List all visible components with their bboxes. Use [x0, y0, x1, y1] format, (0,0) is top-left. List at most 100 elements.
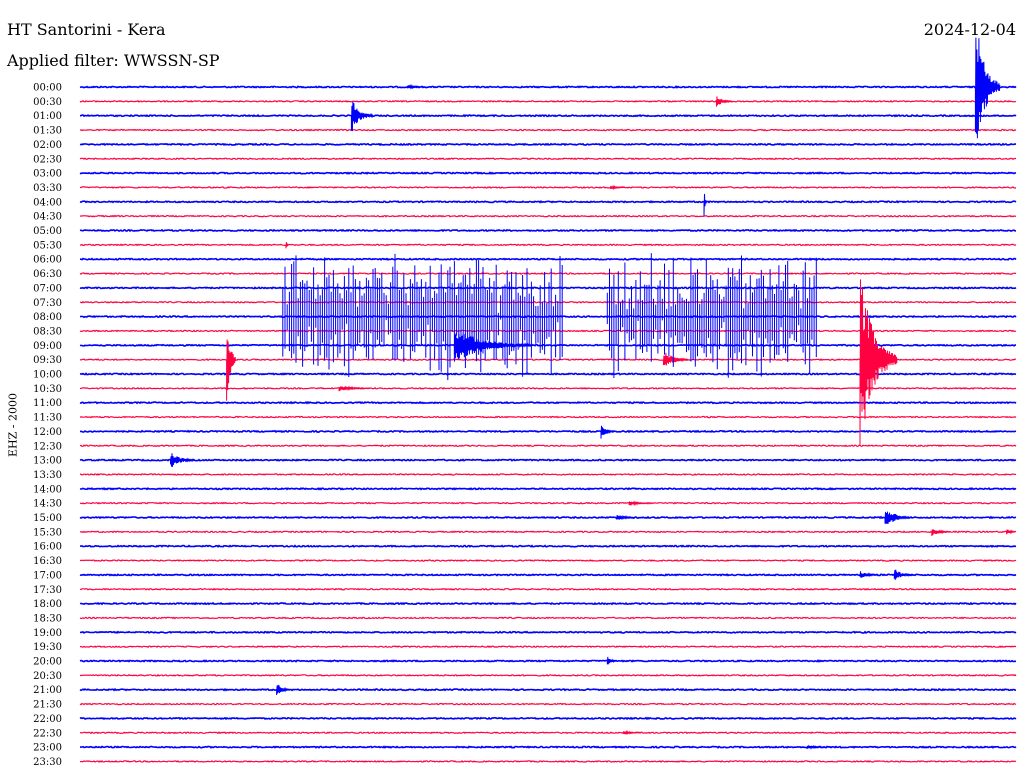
event-13: [170, 453, 196, 467]
trace-0500-line: [79, 228, 1017, 233]
trace-0230-line: [79, 157, 1017, 161]
trace-0630-line: [79, 272, 1017, 275]
trace-0330-line: [79, 186, 1017, 189]
trace-1430-line: [79, 501, 1017, 505]
trace-label: 19:00: [33, 628, 62, 639]
event-3: [350, 101, 374, 132]
trace-label: 20:00: [33, 657, 62, 668]
trace-label: 08:00: [33, 312, 62, 323]
trace-label: 15:00: [33, 513, 62, 524]
trace-2330-line: [79, 760, 1017, 763]
trace-label: 12:00: [33, 427, 62, 438]
event-19: [859, 571, 879, 578]
trace-0800-line: [79, 314, 1017, 319]
trace-label: 15:30: [33, 527, 62, 538]
trace-1100-line: [79, 400, 1017, 405]
trace-label: 16:30: [33, 556, 62, 567]
event-6: [285, 242, 290, 249]
trace-2000-line: [79, 659, 1016, 663]
trace-label: 18:00: [33, 599, 62, 610]
seismogram-plot: 00:00 00:30 01:00 01:30 02:00 02:30 03:00 03:30…: [33, 37, 1017, 768]
trace-label: 13:00: [33, 456, 62, 467]
trace-2130-line: [79, 702, 1017, 706]
trace-label: 01:00: [33, 111, 62, 122]
trace-1300-line: [79, 458, 1017, 462]
trace-label: 14:00: [33, 484, 62, 495]
event-9: [662, 352, 689, 366]
trace-label: 09:30: [33, 355, 62, 366]
trace-1200-line: [79, 429, 1017, 434]
trace-label: 11:00: [33, 398, 62, 409]
trace-label: 05:00: [33, 226, 62, 237]
trace-label: 02:30: [33, 154, 62, 165]
trace-label: 17:00: [33, 570, 62, 581]
trace-label: 01:30: [33, 126, 62, 137]
trace-label: 23:00: [33, 743, 62, 754]
event-20: [893, 569, 914, 580]
trace-2100-line: [79, 687, 1017, 692]
trace-0830-line: [79, 329, 1017, 333]
trace-2230-line: [79, 731, 1017, 735]
event-8: [226, 339, 237, 401]
trace-1230-line: [79, 444, 1017, 448]
trace-0600-line: [80, 257, 1017, 262]
trace-0200-line: [79, 142, 1016, 147]
trace-0030-line: [79, 99, 1016, 103]
trace-label: 04:00: [33, 197, 62, 208]
trace-2300-line: [80, 745, 1017, 749]
trace-0530-line: [79, 243, 1017, 247]
trace-label: 17:30: [33, 585, 62, 596]
trace-lines: [79, 37, 1017, 763]
trace-0700-line: [79, 286, 1017, 290]
trace-label: 07:00: [33, 283, 62, 294]
trace-label: 10:00: [33, 370, 62, 381]
trace-label: 14:30: [33, 499, 62, 510]
trace-label: 02:00: [33, 140, 62, 151]
event-2: [716, 96, 733, 107]
event-1: [974, 37, 1001, 139]
trace-label: 22:00: [33, 714, 62, 725]
trace-1600-line: [79, 544, 1017, 548]
event-7: [453, 333, 533, 360]
trace-label: 20:30: [33, 671, 62, 682]
trace-label: 21:30: [33, 700, 62, 711]
trace-0000-line: [79, 85, 1017, 89]
trace-0100-line: [80, 113, 1017, 118]
trace-label: 06:00: [33, 255, 62, 266]
trace-labels: 00:00 00:30 01:00 01:30 02:00 02:30 03:00 03:30…: [33, 83, 62, 768]
event-4: [609, 184, 626, 191]
event-22: [276, 684, 289, 696]
trace-1900-line: [79, 630, 1017, 635]
trace-label: 13:30: [33, 470, 62, 481]
trace-0300-line: [79, 171, 1017, 175]
trace-label: 07:30: [33, 298, 62, 309]
event-18: [1006, 529, 1016, 535]
event-17: [931, 529, 951, 536]
trace-label: 06:30: [33, 269, 62, 280]
trace-1130-line: [79, 415, 1017, 419]
trace-0130-line: [79, 128, 1017, 132]
trace-1630-line: [79, 559, 1017, 562]
trace-1400-line: [79, 486, 1017, 491]
event-21: [606, 656, 617, 665]
trace-label: 03:00: [33, 169, 62, 180]
trace-1830-line: [79, 616, 1017, 620]
event-15: [616, 514, 636, 521]
trace-label: 23:30: [33, 757, 62, 768]
trace-label: 16:00: [33, 542, 62, 553]
trace-label: 11:30: [33, 413, 62, 424]
trace-0400-line: [79, 199, 1017, 204]
trace-0730-line: [79, 300, 1017, 304]
trace-label: 04:30: [33, 212, 62, 223]
trace-label: 00:00: [33, 83, 62, 94]
trace-label: 18:30: [33, 613, 62, 624]
trace-label: 21:00: [33, 685, 62, 696]
trace-1030-line: [79, 386, 1017, 390]
trace-1530-line: [79, 530, 1017, 534]
trace-1800-line: [79, 601, 1017, 606]
trace-label: 12:30: [33, 441, 62, 452]
trace-2200-line: [79, 716, 1017, 721]
trace-2030-line: [79, 673, 1017, 677]
trace-label: 05:30: [33, 240, 62, 251]
event-5: [703, 193, 708, 216]
